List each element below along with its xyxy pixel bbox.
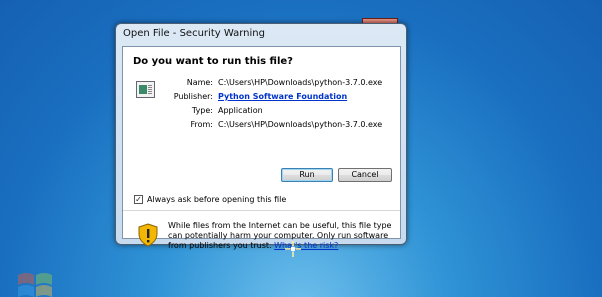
always-ask-label[interactable]: Always ask before opening this file xyxy=(147,195,286,204)
name-value: C:\Users\HP\Downloads\python-3.7.0.exe xyxy=(218,78,383,87)
publisher-link[interactable]: Python Software Foundation xyxy=(218,92,347,101)
dialog-question: Do you want to run this file? xyxy=(133,56,293,67)
busy-cursor-icon xyxy=(285,241,301,257)
from-label: From: xyxy=(190,120,213,129)
run-button[interactable]: Run xyxy=(281,168,333,182)
type-value: Application xyxy=(218,106,263,115)
dialog-body: Do you want to run this file? Name: C:\U… xyxy=(122,46,401,250)
warning-text-block: While files from the Internet can be use… xyxy=(168,221,398,251)
always-ask-checkbox[interactable]: ✓ xyxy=(134,195,143,204)
from-value: C:\Users\HP\Downloads\python-3.7.0.exe xyxy=(218,120,383,129)
security-warning-dialog: Open File - Security Warning Do you want… xyxy=(115,23,407,250)
cancel-button[interactable]: Cancel xyxy=(338,168,392,182)
warning-shield-icon xyxy=(138,223,158,247)
windows-logo-icon xyxy=(18,273,52,297)
publisher-label: Publisher: xyxy=(173,92,213,101)
name-label: Name: xyxy=(186,78,213,87)
window-title: Open File - Security Warning xyxy=(123,28,265,39)
divider xyxy=(123,210,400,211)
type-label: Type: xyxy=(191,106,213,115)
